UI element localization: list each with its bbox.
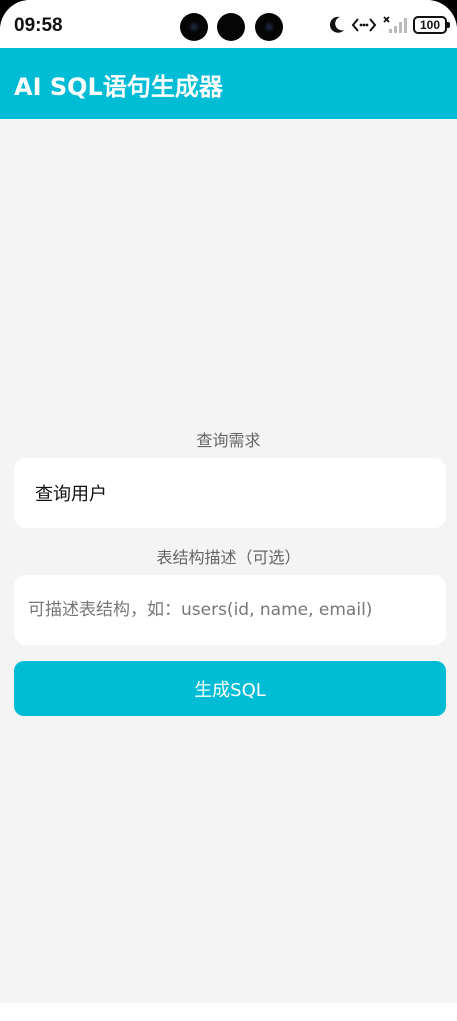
schema-label: 表结构描述（可选） <box>156 548 301 567</box>
schema-input[interactable] <box>14 575 446 645</box>
moon-icon <box>329 16 344 33</box>
no-signal-icon <box>383 16 407 33</box>
phone-screen: 09:58 100 AI SQL语句生成器 查询需求 查询用户 表结构描述（可选… <box>0 0 457 1021</box>
status-time: 09:58 <box>14 15 63 36</box>
app-bar: AI SQL语句生成器 <box>0 48 457 119</box>
camera-sensor-icon <box>217 13 245 41</box>
query-label: 查询需求 <box>196 431 261 450</box>
camera-icon <box>180 13 208 41</box>
bottom-strip <box>0 1003 457 1021</box>
status-bar: 09:58 100 <box>0 0 457 48</box>
data-transfer-icon <box>351 18 377 32</box>
battery-icon: 100 <box>413 16 450 34</box>
camera-icon <box>255 13 283 41</box>
query-input[interactable] <box>14 458 446 528</box>
generate-sql-button[interactable]: 生成SQL <box>14 661 446 716</box>
app-title: AI SQL语句生成器 <box>14 73 223 101</box>
status-icons: 100 <box>329 14 450 36</box>
